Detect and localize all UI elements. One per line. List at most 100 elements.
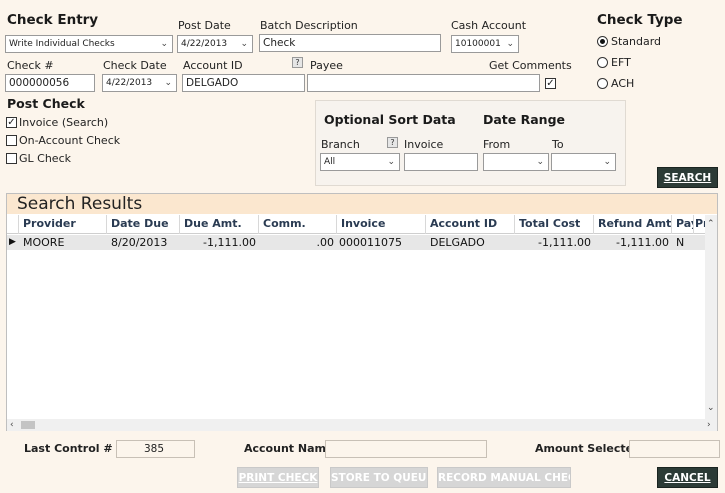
check-number-label: Check # xyxy=(7,59,54,72)
chevron-down-icon: ⌄ xyxy=(603,157,611,167)
invoice-input[interactable] xyxy=(404,153,478,171)
chevron-down-icon: ⌄ xyxy=(536,157,544,167)
payee-label: Payee xyxy=(310,59,343,72)
check-entry-title: Check Entry xyxy=(7,12,99,28)
check-number-input[interactable]: 000000056 xyxy=(5,74,95,92)
to-date-picker[interactable]: ⌄ xyxy=(551,153,616,171)
invoice-label: Invoice xyxy=(404,138,444,151)
get-comments-label: Get Comments xyxy=(489,59,572,72)
search-button-label: SEARCH xyxy=(663,172,712,184)
amount-selected-label: Amount Selected xyxy=(535,442,642,455)
print-check-label: PRINT CHECK xyxy=(238,472,318,484)
cell-comm: .00 xyxy=(316,236,335,249)
column-header-date-due[interactable]: Date Due xyxy=(107,215,180,234)
cash-account-label: Cash Account xyxy=(451,19,527,32)
radio-ach-label: ACH xyxy=(611,77,635,90)
from-label: From xyxy=(483,138,511,151)
store-to-queue-label: STORE TO QUEUE xyxy=(331,472,428,484)
branch-value: All xyxy=(324,157,336,167)
to-label: To xyxy=(552,138,564,151)
column-header-invoice[interactable]: Invoice xyxy=(337,215,426,234)
cell-total-cost: -1,111.00 xyxy=(538,236,591,249)
column-header-pr[interactable]: Pr xyxy=(694,215,705,234)
results-column-header: Provider Date Due Due Amt. Comm. Invoice… xyxy=(7,215,705,234)
optional-sort-title: Optional Sort Data xyxy=(324,112,456,127)
account-id-help-icon[interactable]: ? xyxy=(292,57,303,68)
chevron-down-icon: ⌄ xyxy=(164,78,172,88)
column-header-pay[interactable]: Pay xyxy=(672,215,694,234)
scroll-right-icon[interactable]: › xyxy=(707,420,711,430)
row-selector-header xyxy=(7,215,19,234)
radio-eft[interactable] xyxy=(597,57,608,68)
cancel-button[interactable]: CANCEL xyxy=(657,467,718,488)
invoice-search-label: Invoice (Search) xyxy=(19,116,109,129)
batch-description-input[interactable]: Check xyxy=(259,34,441,52)
batch-description-label: Batch Description xyxy=(260,19,358,32)
post-date-value: 4/22/2013 xyxy=(181,39,228,49)
post-date-picker[interactable]: 4/22/2013 ⌄ xyxy=(177,35,253,53)
account-name-value xyxy=(325,440,487,458)
branch-help-icon[interactable]: ? xyxy=(387,137,398,148)
get-comments-checkbox[interactable]: ✓ xyxy=(545,78,556,89)
last-control-value: 385 xyxy=(116,440,195,458)
cell-pr xyxy=(694,235,705,250)
chevron-down-icon: ⌄ xyxy=(160,39,168,49)
vertical-scrollbar[interactable]: ⌃ ⌄ xyxy=(705,215,717,419)
column-header-account-id[interactable]: Account ID xyxy=(426,215,515,234)
branch-label: Branch xyxy=(321,138,360,151)
search-results-panel: Search Results Provider Date Due Due Amt… xyxy=(6,193,718,431)
on-account-check-checkbox[interactable] xyxy=(6,135,17,146)
radio-standard[interactable] xyxy=(597,36,608,47)
on-account-check-label: On-Account Check xyxy=(19,134,121,147)
column-header-total-cost[interactable]: Total Cost xyxy=(515,215,594,234)
from-date-picker[interactable]: ⌄ xyxy=(483,153,549,171)
check-date-value: 4/22/2013 xyxy=(106,78,153,88)
radio-ach[interactable] xyxy=(597,78,608,89)
branch-select[interactable]: All ⌄ xyxy=(320,153,400,171)
horizontal-scrollbar[interactable]: ‹ › xyxy=(7,419,717,431)
check-mode-value: Write Individual Checks xyxy=(9,39,115,49)
date-range-title: Date Range xyxy=(483,112,566,127)
check-date-label: Check Date xyxy=(103,59,167,72)
column-header-due-amt[interactable]: Due Amt. xyxy=(180,215,259,234)
horizontal-scroll-thumb[interactable] xyxy=(21,421,35,429)
scroll-up-icon[interactable]: ⌃ xyxy=(707,219,715,229)
chevron-down-icon: ⌄ xyxy=(240,39,248,49)
post-date-label: Post Date xyxy=(178,19,231,32)
print-check-button[interactable]: PRINT CHECK xyxy=(237,467,319,488)
gl-check-checkbox[interactable] xyxy=(6,153,17,164)
record-manual-check-button[interactable]: RECORD MANUAL CHECK xyxy=(437,467,571,488)
column-header-refund-amt[interactable]: Refund Amt xyxy=(594,215,672,234)
account-id-label: Account ID xyxy=(183,59,243,72)
cell-pay: N xyxy=(676,236,685,249)
cell-provider: MOORE xyxy=(23,236,65,249)
scroll-left-icon[interactable]: ‹ xyxy=(10,420,14,430)
check-mode-select[interactable]: Write Individual Checks ⌄ xyxy=(5,35,173,53)
optional-sort-panel: Optional Sort Data Date Range Branch ? I… xyxy=(315,100,626,186)
chevron-down-icon: ⌄ xyxy=(506,39,514,49)
last-control-label: Last Control # xyxy=(24,442,113,455)
column-header-comm[interactable]: Comm. xyxy=(259,215,337,234)
account-id-input[interactable]: DELGADO xyxy=(182,74,305,92)
amount-selected-value xyxy=(629,440,720,458)
store-to-queue-button[interactable]: STORE TO QUEUE xyxy=(330,467,428,488)
check-date-picker[interactable]: 4/22/2013 ⌄ xyxy=(102,74,177,92)
scroll-down-icon[interactable]: ⌄ xyxy=(707,403,715,413)
cell-invoice: 000011075 xyxy=(339,236,402,249)
post-check-title: Post Check xyxy=(7,96,85,111)
row-pointer-icon: ▶ xyxy=(9,237,16,247)
cash-account-select[interactable]: 10100001 ⌄ xyxy=(451,35,519,53)
invoice-search-checkbox[interactable]: ✓ xyxy=(6,117,17,128)
radio-standard-label: Standard xyxy=(611,35,662,48)
cancel-button-label: CANCEL xyxy=(664,472,711,484)
record-manual-check-label: RECORD MANUAL CHECK xyxy=(438,472,571,484)
cell-refund-amt: -1,111.00 xyxy=(616,236,669,249)
cell-account-id: DELGADO xyxy=(430,236,485,249)
column-header-provider[interactable]: Provider xyxy=(19,215,107,234)
cell-date-due: 8/20/2013 xyxy=(111,236,168,249)
radio-eft-label: EFT xyxy=(611,56,631,69)
gl-check-label: GL Check xyxy=(19,152,71,165)
payee-input[interactable] xyxy=(307,74,540,92)
table-row[interactable]: ▶ MOORE 8/20/2013 -1,111.00 .00 00001107… xyxy=(7,235,705,250)
search-button[interactable]: SEARCH xyxy=(657,167,718,188)
